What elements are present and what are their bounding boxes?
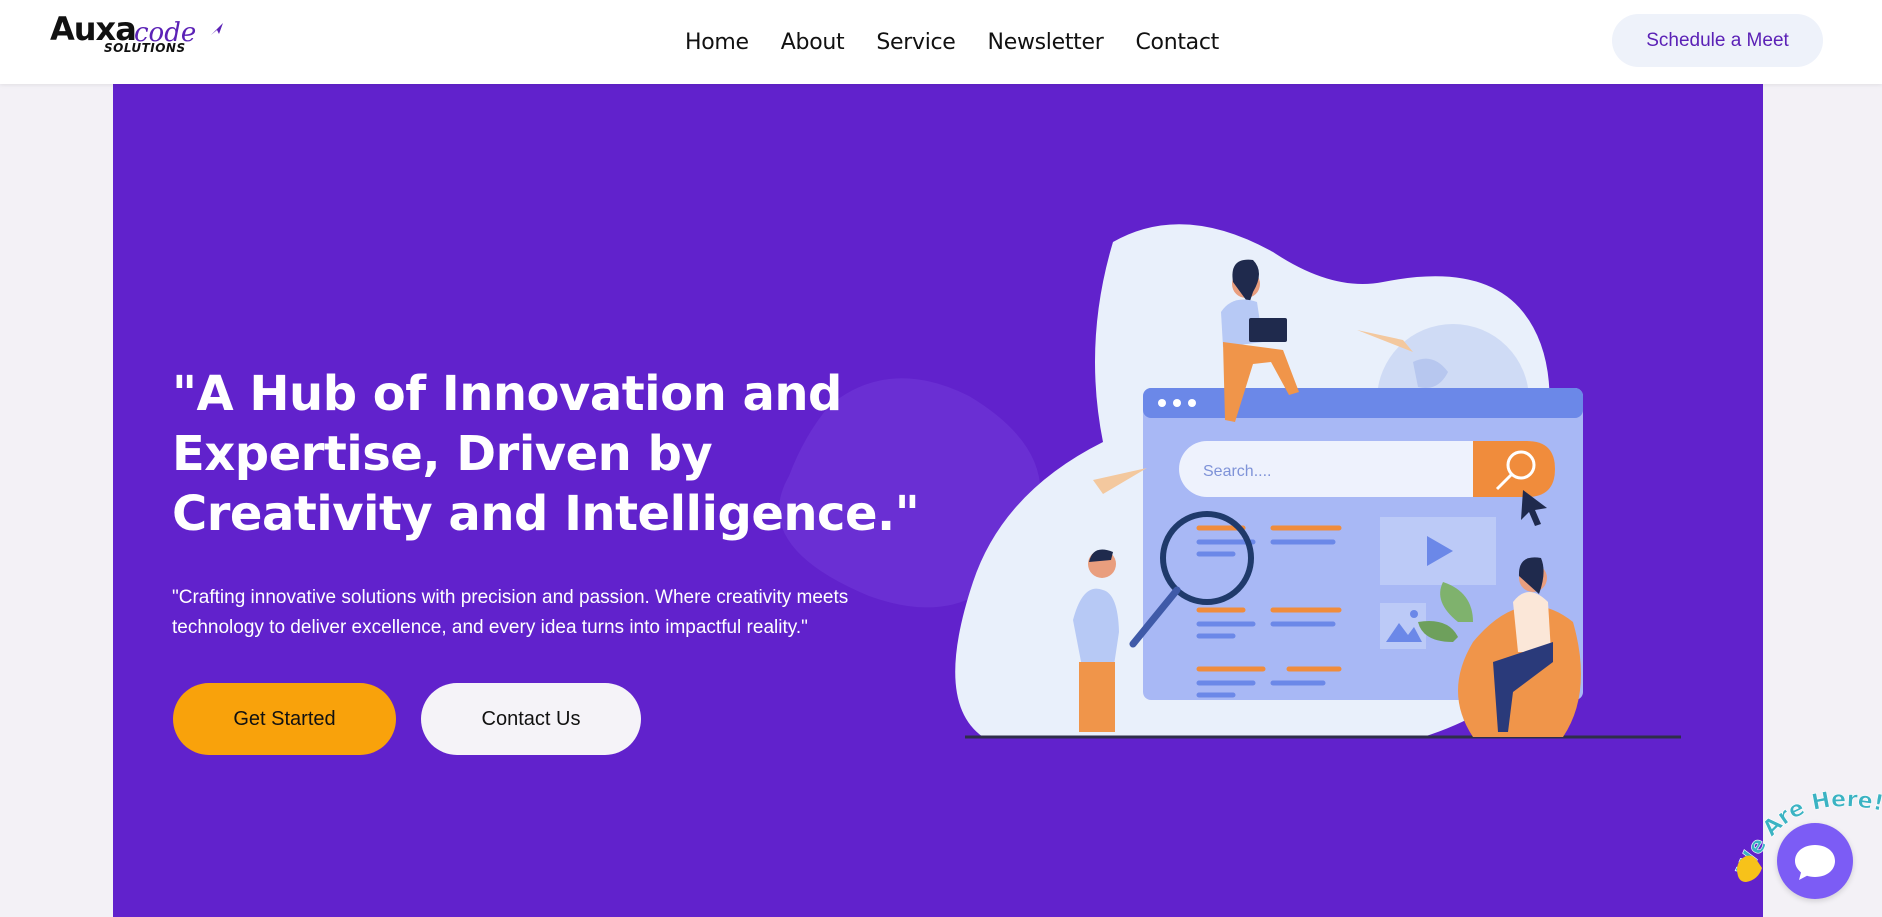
hero-illustration: Search.... bbox=[955, 224, 1681, 739]
chat-open-button[interactable] bbox=[1777, 823, 1853, 899]
illustration-search-text: Search.... bbox=[1203, 463, 1271, 480]
schedule-meet-button[interactable]: Schedule a Meet bbox=[1612, 14, 1823, 67]
get-started-button[interactable]: Get Started bbox=[173, 683, 396, 755]
logo[interactable]: Auxa code SOLUTIONS bbox=[50, 10, 223, 58]
main-nav: Home About Service Newsletter Contact bbox=[685, 24, 1219, 60]
waving-hand-icon bbox=[1737, 855, 1762, 882]
nav-newsletter[interactable]: Newsletter bbox=[988, 30, 1104, 55]
nav-service[interactable]: Service bbox=[876, 30, 956, 55]
site-header: Auxa code SOLUTIONS Home About Service N… bbox=[0, 0, 1882, 84]
logo-sub-text: SOLUTIONS bbox=[104, 41, 186, 55]
contact-us-button[interactable]: Contact Us bbox=[421, 683, 641, 755]
chat-widget[interactable]: We Are Here! bbox=[1720, 770, 1882, 910]
hero-section: "A Hub of Innovation and Expertise, Driv… bbox=[113, 84, 1763, 917]
hero-subtext: "Crafting innovative solutions with prec… bbox=[172, 587, 849, 638]
hero-headline: "A Hub of Innovation and Expertise, Driv… bbox=[172, 366, 920, 542]
nav-contact[interactable]: Contact bbox=[1135, 30, 1219, 55]
nav-about[interactable]: About bbox=[781, 30, 845, 55]
nav-home[interactable]: Home bbox=[685, 30, 749, 55]
rocket-icon bbox=[211, 23, 223, 35]
chat-bubble-icon bbox=[1795, 845, 1835, 880]
